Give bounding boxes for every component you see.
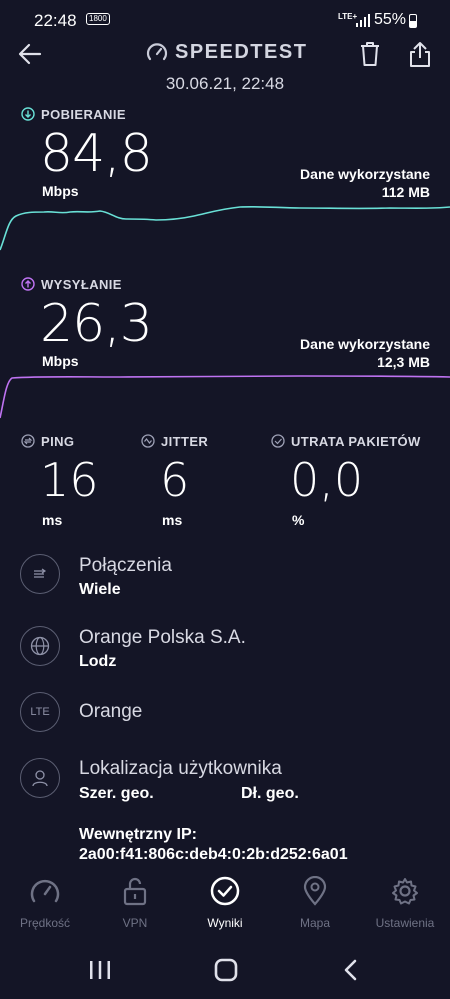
signal-icon (356, 14, 370, 27)
check-circle-icon (210, 876, 240, 906)
longitude-label: Dł. geo. (241, 785, 299, 802)
download-speed-graph (0, 205, 450, 251)
recent-apps-icon[interactable] (85, 952, 115, 988)
map-pin-icon (303, 876, 327, 906)
gear-icon (392, 878, 418, 905)
upload-arrow-icon (21, 277, 35, 291)
jitter-unit: ms (162, 512, 183, 528)
upload-unit: Mbps (42, 353, 79, 369)
download-data-used-value: 112 MB (381, 184, 430, 200)
download-unit: Mbps (42, 183, 79, 199)
trash-icon[interactable] (357, 40, 383, 68)
battery-percent: 55% (374, 11, 407, 28)
download-label: POBIERANIE (41, 107, 126, 122)
system-back-icon[interactable] (338, 952, 364, 988)
connections-icon (20, 554, 60, 594)
connections-value: Wiele (79, 581, 121, 598)
connections-title: Połączenia (79, 555, 172, 576)
nav-map-label: Mapa (299, 916, 331, 930)
internal-ip-value: 2a00:f41:806c:deb4:0:2b:d252:6a01 (79, 846, 348, 863)
upload-data-used-label: Dane wykorzystane (300, 336, 430, 352)
jitter-label: JITTER (161, 434, 209, 449)
nav-speed-label: Prędkość (19, 916, 71, 930)
test-date: 30.06.21, 22:48 (165, 74, 285, 93)
packet-loss-unit: % (292, 512, 305, 528)
nav-settings-label: Ustawienia (375, 916, 435, 930)
status-time: 22:48 (34, 11, 77, 30)
upload-label: WYSYŁANIE (41, 277, 122, 292)
upload-speed-graph (0, 375, 450, 419)
download-data-used-label: Dane wykorzystane (300, 166, 430, 182)
packet-loss-label: UTRATA PAKIETÓW (291, 434, 421, 449)
download-arrow-icon (21, 107, 35, 121)
back-arrow-icon[interactable] (16, 40, 44, 68)
app-title: SPEEDTEST (175, 41, 308, 63)
network-badge: 1800 (86, 13, 110, 25)
ping-unit: ms (42, 512, 63, 528)
user-icon (20, 758, 60, 798)
ping-label: PING (41, 434, 75, 449)
latitude-label: Szer. geo. (79, 785, 154, 802)
ping-icon (21, 434, 35, 448)
lte-indicator: LTE+ (338, 12, 358, 21)
internal-ip-label: Wewnętrzny IP: (79, 826, 197, 843)
lte-icon-text: LTE (30, 706, 50, 718)
upload-data-used-value: 12,3 MB (377, 354, 430, 370)
isp-location: Lodz (79, 653, 117, 670)
unlock-icon (123, 877, 147, 906)
jitter-icon (141, 434, 155, 448)
home-icon[interactable] (210, 952, 242, 988)
packet-loss-value: 0,0 (290, 453, 364, 507)
share-icon[interactable] (406, 39, 434, 69)
download-value: 84,8 (40, 124, 153, 184)
upload-value: 26,3 (40, 294, 153, 354)
nav-results[interactable]: Wyniki (180, 876, 270, 930)
nav-vpn-label: VPN (122, 916, 148, 930)
nav-results-label: Wyniki (207, 916, 243, 930)
speedometer-icon (30, 879, 60, 903)
isp-title: Orange Polska S.A. (79, 627, 246, 648)
lte-icon: LTE (20, 692, 60, 732)
jitter-value: 6 (160, 453, 190, 507)
nav-settings[interactable]: Ustawienia (360, 876, 450, 930)
packet-loss-icon (271, 434, 285, 448)
user-location-title: Lokalizacja użytkownika (79, 758, 282, 779)
nav-vpn[interactable]: VPN (90, 876, 180, 930)
globe-icon (20, 626, 60, 666)
carrier-title: Orange (79, 701, 143, 722)
nav-map[interactable]: Mapa (270, 876, 360, 930)
speedometer-logo-icon (146, 43, 168, 61)
battery-icon (409, 14, 417, 28)
ping-value: 16 (40, 453, 99, 507)
nav-speed[interactable]: Prędkość (0, 876, 90, 930)
